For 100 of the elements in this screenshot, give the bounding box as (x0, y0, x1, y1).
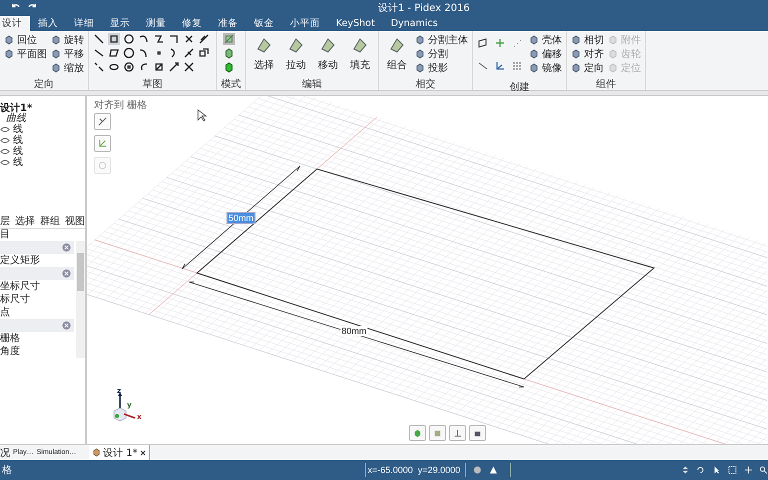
circle-icon (97, 160, 108, 171)
ribbon-button[interactable]: 移动 (314, 33, 342, 72)
tree-item[interactable]: 曲线 (0, 114, 85, 124)
ribbon-tab[interactable]: 插入 (30, 16, 66, 31)
arc-icon[interactable] (138, 61, 150, 73)
ribbon-button[interactable]: 偏移 (529, 47, 562, 60)
scrollbar[interactable] (76, 241, 85, 358)
ribbon-button[interactable]: 分割主体 (415, 33, 468, 46)
ribbon-button[interactable]: 选择 (250, 33, 278, 72)
corner-icon[interactable] (168, 33, 180, 45)
ribbon-button[interactable]: 相切 (571, 33, 604, 46)
view-button[interactable] (449, 425, 466, 441)
line-icon[interactable] (93, 33, 105, 45)
ribbon-button[interactable]: 分割 (415, 47, 468, 60)
option-item[interactable]: 栅格 (0, 332, 74, 345)
ribbon-tab[interactable]: Dynamics (382, 16, 446, 31)
panel-tab[interactable]: 选择 (15, 214, 35, 226)
panel-tab[interactable]: 视图 (65, 214, 85, 226)
option-item[interactable]: 标尺寸 (0, 293, 74, 306)
circle-icon[interactable] (123, 47, 135, 59)
ribbon-button[interactable]: 镜像 (529, 61, 562, 74)
ribbon-button[interactable]: 旋转 (51, 33, 84, 46)
axis-triad-drawing (114, 392, 136, 422)
status-text: 格 (1, 464, 13, 477)
option-item[interactable]: 点 (0, 306, 74, 319)
line-icon[interactable] (93, 47, 105, 59)
rectangle-icon[interactable] (108, 33, 120, 45)
document-tab[interactable]: 设计 1* (89, 445, 150, 460)
axis-icon[interactable] (494, 60, 506, 72)
cross-icon[interactable] (183, 33, 195, 45)
tree-item[interactable]: 设计1* (0, 104, 85, 114)
ribbon-button[interactable]: 定向 (571, 61, 604, 74)
coordinates-readout: x=-65.0000 y=29.0000 (364, 463, 466, 477)
group-title: 草图 (142, 78, 164, 90)
ribbon-button[interactable]: 平移 (51, 47, 84, 60)
panel-tab[interactable]: 群组 (40, 214, 60, 226)
ribbon-button[interactable]: 壳体 (529, 33, 562, 46)
collapse-icon[interactable] (62, 269, 71, 278)
sketch-mode-icon[interactable] (223, 33, 235, 45)
snap-label: 对齐到 栅格 (94, 98, 148, 112)
line-icon[interactable] (93, 61, 105, 73)
dots-icon[interactable] (511, 37, 523, 49)
view-button[interactable] (469, 425, 486, 441)
selection-box-icon[interactable] (728, 465, 736, 475)
tool-button[interactable] (94, 113, 111, 130)
cross-icon[interactable] (183, 61, 195, 73)
axis-icon (97, 138, 108, 149)
group-title: 组件 (595, 78, 617, 90)
close-icon[interactable] (140, 450, 146, 456)
ribbon-tab[interactable]: 准备 (210, 16, 246, 31)
collapse-icon[interactable] (62, 243, 71, 252)
tree-item[interactable]: 线 (13, 158, 23, 168)
ribbon-tab[interactable]: KeyShot (328, 16, 383, 31)
options-title: 目 (0, 229, 11, 241)
plus-icon[interactable] (494, 37, 506, 49)
ribbon-button[interactable]: 拉动 (282, 33, 310, 72)
group-title: 定向 (33, 78, 55, 90)
ribbon-button[interactable]: 缩放 (51, 61, 84, 74)
rotate-icon[interactable] (696, 465, 706, 475)
up-down-arrows-icon[interactable] (680, 465, 690, 475)
option-item[interactable]: 定义矩形 (0, 254, 74, 267)
ribbon-button[interactable]: 填充 (346, 33, 374, 72)
collapse-icon[interactable] (62, 321, 71, 330)
ribbon-button[interactable]: 平面图 (4, 47, 47, 60)
box-icon (473, 428, 482, 438)
panel-tab[interactable]: 层 (0, 214, 10, 226)
ribbon-tab[interactable]: 小平面 (282, 16, 328, 31)
cross-icon[interactable] (183, 47, 195, 59)
ribbon-tab[interactable]: 钣金 (246, 16, 282, 31)
ribbon-button[interactable]: 对齐 (571, 47, 604, 60)
copy-icon[interactable] (198, 47, 210, 59)
tool-button[interactable] (94, 135, 111, 152)
plane-icon[interactable] (477, 37, 489, 49)
move-icon[interactable] (744, 465, 752, 475)
tree-item[interactable]: 线 (13, 146, 23, 156)
panel-tab[interactable]: 况 (0, 446, 10, 460)
ribbon-tab[interactable]: 详细 (66, 16, 102, 31)
ribbon-tab[interactable]: 修复 (174, 16, 210, 31)
group-title: 编辑 (301, 78, 323, 90)
line-icon (97, 116, 108, 127)
triangle-icon[interactable] (488, 465, 498, 475)
pointer-icon[interactable] (712, 465, 721, 475)
dimension-value[interactable]: 80mm (340, 326, 368, 336)
ribbon-tab[interactable]: 显示 (102, 16, 138, 31)
arc-icon[interactable] (138, 33, 150, 45)
group-title: 模式 (221, 78, 241, 90)
tree-item[interactable]: 线 (13, 136, 23, 146)
circle-icon[interactable] (123, 33, 135, 45)
tree-item[interactable]: 线 (13, 124, 23, 134)
ribbon-tab[interactable]: 测量 (138, 16, 174, 31)
polygon-icon[interactable] (108, 47, 120, 59)
option-item[interactable]: 角度 (0, 345, 74, 358)
search-icon[interactable] (759, 465, 768, 475)
option-item[interactable]: 坐标尺寸 (0, 280, 74, 293)
hexagon-icon (92, 448, 101, 457)
ribbon-tab[interactable]: 设计 (0, 16, 30, 31)
ribbon-button[interactable]: 回位 (4, 33, 47, 46)
ribbon-button[interactable]: 组合 (383, 33, 411, 72)
ribbon-button[interactable]: 投影 (415, 61, 468, 74)
mouse-cursor-icon (198, 109, 208, 122)
